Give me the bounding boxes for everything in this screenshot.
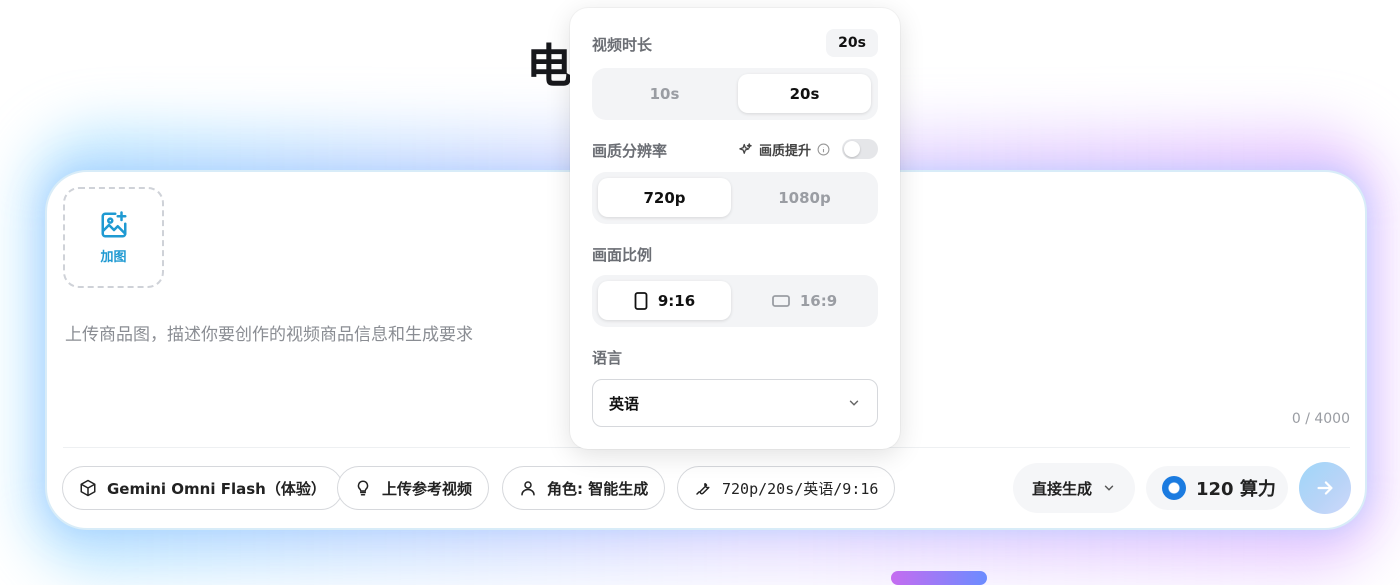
bottom-banner-peek bbox=[891, 571, 987, 585]
add-image-label: 加图 bbox=[100, 250, 127, 265]
resolution-option-1080p[interactable]: 1080p bbox=[738, 178, 871, 217]
upload-reference-chip[interactable]: 上传参考视频 bbox=[337, 466, 490, 510]
cube-icon bbox=[80, 479, 96, 497]
quality-enhance-toggle[interactable] bbox=[842, 139, 878, 159]
language-value: 英语 bbox=[609, 394, 640, 413]
role-label: 角色: 智能生成 bbox=[547, 479, 649, 498]
model-select-chip[interactable]: Gemini Omni Flash（体验） bbox=[62, 466, 343, 510]
generation-mode-dropdown[interactable]: 直接生成 bbox=[1013, 463, 1135, 513]
duration-segmented-control: 10s 20s bbox=[592, 68, 878, 120]
video-settings-label: 720p/20s/英语/9:16 bbox=[722, 479, 879, 498]
resolution-label: 画质分辨率 bbox=[592, 142, 668, 160]
upload-reference-label: 上传参考视频 bbox=[382, 479, 473, 498]
image-add-icon bbox=[101, 211, 126, 238]
resolution-option-720p[interactable]: 720p bbox=[598, 178, 731, 217]
ratio-option-16-9-label: 16:9 bbox=[799, 291, 838, 310]
aspect-ratio-segmented-control: 9:16 16:9 bbox=[592, 275, 878, 327]
credits-label: 120 算力 bbox=[1196, 479, 1276, 500]
ratio-option-9-16[interactable]: 9:16 bbox=[598, 281, 731, 320]
info-icon[interactable] bbox=[817, 143, 830, 156]
role-chip[interactable]: 角色: 智能生成 bbox=[502, 466, 666, 510]
language-label: 语言 bbox=[592, 349, 623, 367]
portrait-phone-icon bbox=[634, 291, 648, 310]
person-icon bbox=[521, 481, 535, 496]
send-button[interactable] bbox=[1299, 462, 1351, 514]
video-settings-popover: 视频时长 20s 10s 20s 画质分辨率 画质提升 720p 1080p 画… bbox=[570, 8, 900, 449]
generation-mode-label: 直接生成 bbox=[1031, 479, 1092, 498]
duration-option-10s[interactable]: 10s bbox=[598, 74, 731, 113]
lightbulb-icon bbox=[357, 480, 369, 496]
chevron-down-icon bbox=[1104, 485, 1114, 491]
duration-label: 视频时长 bbox=[592, 36, 653, 54]
duration-option-20s[interactable]: 20s bbox=[738, 74, 871, 113]
add-image-button[interactable]: 加图 bbox=[63, 187, 164, 288]
arrow-right-icon bbox=[1317, 481, 1333, 495]
aspect-ratio-label: 画面比例 bbox=[592, 246, 653, 264]
sparkle-icon bbox=[739, 142, 752, 154]
duration-value-badge: 20s bbox=[826, 29, 878, 57]
ratio-option-9-16-label: 9:16 bbox=[657, 291, 696, 310]
resolution-segmented-control: 720p 1080p bbox=[592, 172, 878, 224]
wrench-icon bbox=[696, 482, 710, 495]
model-label: Gemini Omni Flash（体验） bbox=[107, 479, 326, 498]
landscape-screen-icon bbox=[771, 294, 790, 307]
char-counter: 0 / 4000 bbox=[1291, 411, 1350, 427]
credit-coin-icon bbox=[1162, 476, 1186, 500]
toggle-knob bbox=[844, 141, 860, 157]
chevron-down-icon bbox=[849, 400, 859, 406]
ratio-option-16-9[interactable]: 16:9 bbox=[738, 281, 871, 320]
quality-enhance-control: 画质提升 bbox=[738, 139, 878, 159]
credits-display: 120 算力 bbox=[1146, 466, 1288, 510]
video-settings-chip[interactable]: 720p/20s/英语/9:16 bbox=[677, 466, 896, 510]
quality-enhance-label: 画质提升 bbox=[758, 143, 811, 159]
language-select[interactable]: 英语 bbox=[592, 379, 878, 427]
